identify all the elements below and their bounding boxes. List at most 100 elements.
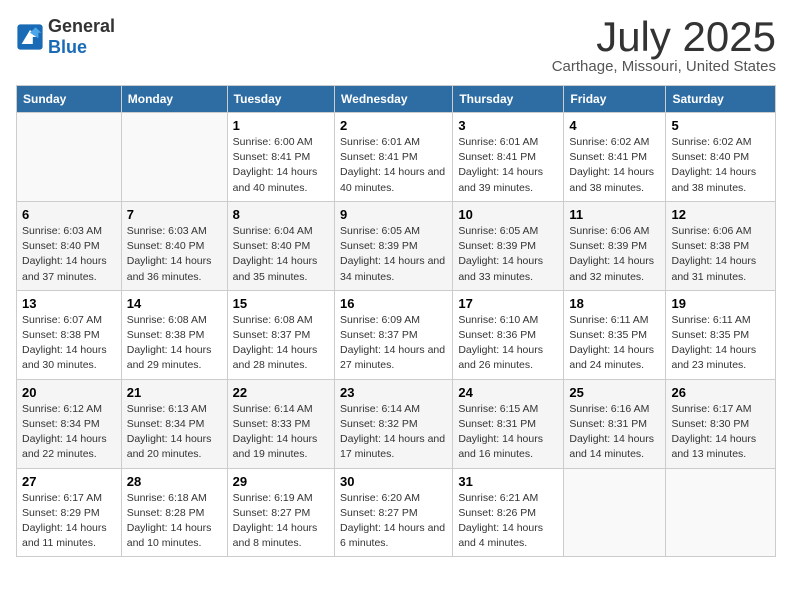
- day-number: 30: [340, 474, 447, 489]
- day-detail: Sunrise: 6:21 AMSunset: 8:26 PMDaylight:…: [458, 492, 543, 550]
- calendar-cell: [666, 468, 776, 557]
- calendar-week-row: 13 Sunrise: 6:07 AMSunset: 8:38 PMDayligh…: [17, 290, 776, 379]
- logo-blue: Blue: [48, 37, 87, 57]
- subtitle: Carthage, Missouri, United States: [552, 58, 776, 75]
- day-number: 28: [127, 474, 222, 489]
- day-number: 10: [458, 207, 558, 222]
- calendar-cell: 17Sunrise: 6:10 AMSunset: 8:36 PMDayligh…: [453, 290, 564, 379]
- day-number: 6: [22, 207, 116, 222]
- day-number: 4: [569, 118, 660, 133]
- calendar-cell: 26Sunrise: 6:17 AMSunset: 8:30 PMDayligh…: [666, 379, 776, 468]
- calendar-cell: 27 Sunrise: 6:17 AMSunset: 8:29 PMDayligh…: [17, 468, 122, 557]
- day-number: 25: [569, 385, 660, 400]
- calendar-header-row: SundayMondayTuesdayWednesdayThursdayFrid…: [17, 86, 776, 113]
- calendar-cell: 6 Sunrise: 6:03 AMSunset: 8:40 PMDaylight…: [17, 201, 122, 290]
- calendar-cell: 31 Sunrise: 6:21 AMSunset: 8:26 PMDayligh…: [453, 468, 564, 557]
- logo-text: General Blue: [48, 16, 115, 58]
- day-detail: Sunrise: 6:05 AMSunset: 8:39 PMDaylight:…: [458, 225, 543, 283]
- day-detail: Sunrise: 6:11 AMSunset: 8:35 PMDaylight:…: [569, 314, 654, 372]
- day-detail: Sunrise: 6:03 AMSunset: 8:40 PMDaylight:…: [22, 225, 107, 283]
- calendar-cell: 20 Sunrise: 6:12 AMSunset: 8:34 PMDayligh…: [17, 379, 122, 468]
- day-detail: Sunrise: 6:08 AMSunset: 8:37 PMDaylight:…: [233, 314, 318, 372]
- day-detail: Sunrise: 6:09 AMSunset: 8:37 PMDaylight:…: [340, 314, 445, 372]
- day-number: 20: [22, 385, 116, 400]
- title-area: July 2025 Carthage, Missouri, United Sta…: [552, 16, 776, 75]
- calendar-cell: 4 Sunrise: 6:02 AMSunset: 8:41 PMDaylight…: [564, 113, 666, 202]
- calendar-table: SundayMondayTuesdayWednesdayThursdayFrid…: [16, 85, 776, 557]
- day-number: 7: [127, 207, 222, 222]
- calendar-week-row: 1 Sunrise: 6:00 AMSunset: 8:41 PMDaylight…: [17, 113, 776, 202]
- weekday-header: Thursday: [453, 86, 564, 113]
- day-number: 17: [458, 296, 558, 311]
- day-number: 22: [233, 385, 329, 400]
- calendar-cell: 7 Sunrise: 6:03 AMSunset: 8:40 PMDaylight…: [121, 201, 227, 290]
- calendar-cell: [564, 468, 666, 557]
- calendar-cell: 15 Sunrise: 6:08 AMSunset: 8:37 PMDayligh…: [227, 290, 334, 379]
- day-detail: Sunrise: 6:01 AMSunset: 8:41 PMDaylight:…: [340, 136, 445, 194]
- calendar-cell: 1 Sunrise: 6:00 AMSunset: 8:41 PMDaylight…: [227, 113, 334, 202]
- day-number: 18: [569, 296, 660, 311]
- day-detail: Sunrise: 6:04 AMSunset: 8:40 PMDaylight:…: [233, 225, 318, 283]
- day-detail: Sunrise: 6:07 AMSunset: 8:38 PMDaylight:…: [22, 314, 107, 372]
- day-detail: Sunrise: 6:16 AMSunset: 8:31 PMDaylight:…: [569, 403, 654, 461]
- day-detail: Sunrise: 6:00 AMSunset: 8:41 PMDaylight:…: [233, 136, 318, 194]
- day-detail: Sunrise: 6:03 AMSunset: 8:40 PMDaylight:…: [127, 225, 212, 283]
- calendar-cell: 21 Sunrise: 6:13 AMSunset: 8:34 PMDayligh…: [121, 379, 227, 468]
- day-number: 11: [569, 207, 660, 222]
- logo-icon: [16, 23, 44, 51]
- day-number: 12: [671, 207, 770, 222]
- calendar-cell: 24Sunrise: 6:15 AMSunset: 8:31 PMDayligh…: [453, 379, 564, 468]
- day-detail: Sunrise: 6:02 AMSunset: 8:41 PMDaylight:…: [569, 136, 654, 194]
- calendar-cell: 9 Sunrise: 6:05 AMSunset: 8:39 PMDaylight…: [335, 201, 453, 290]
- day-number: 19: [671, 296, 770, 311]
- day-number: 5: [671, 118, 770, 133]
- day-detail: Sunrise: 6:17 AMSunset: 8:29 PMDaylight:…: [22, 492, 107, 550]
- calendar-cell: 14 Sunrise: 6:08 AMSunset: 8:38 PMDayligh…: [121, 290, 227, 379]
- day-detail: Sunrise: 6:19 AMSunset: 8:27 PMDaylight:…: [233, 492, 318, 550]
- calendar-cell: 29Sunrise: 6:19 AMSunset: 8:27 PMDayligh…: [227, 468, 334, 557]
- calendar-cell: 11Sunrise: 6:06 AMSunset: 8:39 PMDayligh…: [564, 201, 666, 290]
- day-detail: Sunrise: 6:12 AMSunset: 8:34 PMDaylight:…: [22, 403, 107, 461]
- day-number: 21: [127, 385, 222, 400]
- day-number: 15: [233, 296, 329, 311]
- calendar-week-row: 6 Sunrise: 6:03 AMSunset: 8:40 PMDaylight…: [17, 201, 776, 290]
- day-detail: Sunrise: 6:13 AMSunset: 8:34 PMDaylight:…: [127, 403, 212, 461]
- day-detail: Sunrise: 6:08 AMSunset: 8:38 PMDaylight:…: [127, 314, 212, 372]
- calendar-cell: 30Sunrise: 6:20 AMSunset: 8:27 PMDayligh…: [335, 468, 453, 557]
- calendar-cell: 12 Sunrise: 6:06 AMSunset: 8:38 PMDayligh…: [666, 201, 776, 290]
- calendar-cell: [17, 113, 122, 202]
- day-detail: Sunrise: 6:01 AMSunset: 8:41 PMDaylight:…: [458, 136, 543, 194]
- day-number: 1: [233, 118, 329, 133]
- calendar-cell: 18 Sunrise: 6:11 AMSunset: 8:35 PMDayligh…: [564, 290, 666, 379]
- day-detail: Sunrise: 6:18 AMSunset: 8:28 PMDaylight:…: [127, 492, 212, 550]
- logo-general: General: [48, 16, 115, 36]
- day-detail: Sunrise: 6:06 AMSunset: 8:38 PMDaylight:…: [671, 225, 756, 283]
- main-title: July 2025: [552, 16, 776, 58]
- weekday-header: Sunday: [17, 86, 122, 113]
- weekday-header: Monday: [121, 86, 227, 113]
- day-detail: Sunrise: 6:14 AMSunset: 8:33 PMDaylight:…: [233, 403, 318, 461]
- day-number: 9: [340, 207, 447, 222]
- page-header: General Blue July 2025 Carthage, Missour…: [16, 16, 776, 75]
- day-detail: Sunrise: 6:05 AMSunset: 8:39 PMDaylight:…: [340, 225, 445, 283]
- calendar-cell: 25 Sunrise: 6:16 AMSunset: 8:31 PMDayligh…: [564, 379, 666, 468]
- day-detail: Sunrise: 6:02 AMSunset: 8:40 PMDaylight:…: [671, 136, 756, 194]
- weekday-header: Tuesday: [227, 86, 334, 113]
- day-detail: Sunrise: 6:15 AMSunset: 8:31 PMDaylight:…: [458, 403, 543, 461]
- day-number: 23: [340, 385, 447, 400]
- day-number: 16: [340, 296, 447, 311]
- day-detail: Sunrise: 6:14 AMSunset: 8:32 PMDaylight:…: [340, 403, 445, 461]
- logo: General Blue: [16, 16, 115, 58]
- calendar-cell: 13 Sunrise: 6:07 AMSunset: 8:38 PMDayligh…: [17, 290, 122, 379]
- day-number: 27: [22, 474, 116, 489]
- calendar-cell: 22 Sunrise: 6:14 AMSunset: 8:33 PMDayligh…: [227, 379, 334, 468]
- weekday-header: Saturday: [666, 86, 776, 113]
- calendar-cell: 10 Sunrise: 6:05 AMSunset: 8:39 PMDayligh…: [453, 201, 564, 290]
- calendar-cell: 16 Sunrise: 6:09 AMSunset: 8:37 PMDayligh…: [335, 290, 453, 379]
- calendar-cell: 5 Sunrise: 6:02 AMSunset: 8:40 PMDaylight…: [666, 113, 776, 202]
- calendar-cell: 8Sunrise: 6:04 AMSunset: 8:40 PMDaylight…: [227, 201, 334, 290]
- calendar-cell: 2Sunrise: 6:01 AMSunset: 8:41 PMDaylight…: [335, 113, 453, 202]
- day-number: 14: [127, 296, 222, 311]
- day-number: 13: [22, 296, 116, 311]
- day-number: 31: [458, 474, 558, 489]
